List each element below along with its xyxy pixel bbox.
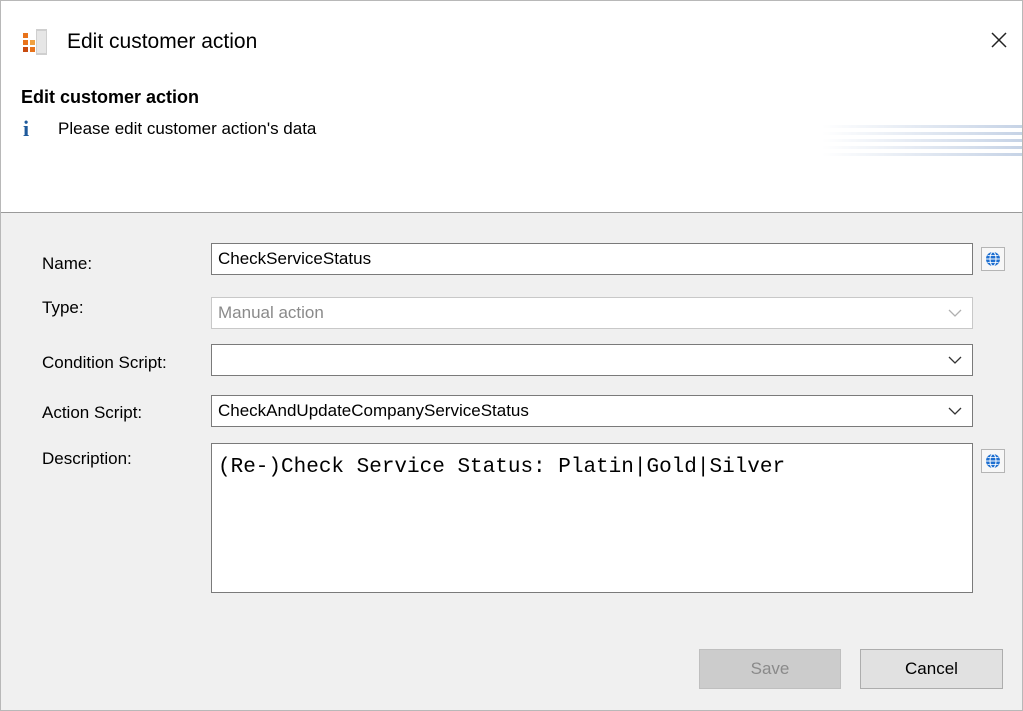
action-script-label: Action Script: [42,403,143,422]
action-script-select[interactable]: CheckAndUpdateCompanyServiceStatus [211,395,973,427]
chevron-down-icon [948,309,962,317]
header-decoration [822,125,1022,156]
globe-icon [986,453,1000,469]
action-script-value: CheckAndUpdateCompanyServiceStatus [218,401,529,420]
name-label: Name: [42,254,93,273]
type-select: Manual action [211,297,973,329]
description-translate-button[interactable] [981,449,1005,473]
cancel-button[interactable]: Cancel [860,649,1003,689]
info-icon: i [23,116,30,141]
save-button[interactable]: Save [699,649,841,689]
chevron-down-icon [948,407,962,415]
app-icon [23,29,47,55]
title-bar: Edit customer action [1,1,1022,81]
description-label: Description: [42,449,132,468]
window-title: Edit customer action [67,30,258,53]
globe-icon [986,251,1000,267]
header-subtitle: Please edit customer action's data [58,119,317,138]
description-textarea[interactable]: (Re-)Check Service Status: Platin|Gold|S… [211,443,973,593]
type-label: Type: [42,298,84,317]
chevron-down-icon [948,356,962,364]
close-button[interactable] [976,15,1022,65]
name-input[interactable]: CheckServiceStatus [211,243,973,275]
dialog-header: Edit customer action i Please edit custo… [1,81,1022,213]
type-select-value: Manual action [218,303,324,322]
header-title: Edit customer action [21,87,200,107]
condition-script-select[interactable] [211,344,973,376]
condition-script-label: Condition Script: [42,353,167,372]
close-icon [991,32,1007,48]
name-translate-button[interactable] [981,247,1005,271]
edit-customer-action-dialog: Edit customer action Edit customer actio… [0,0,1023,711]
